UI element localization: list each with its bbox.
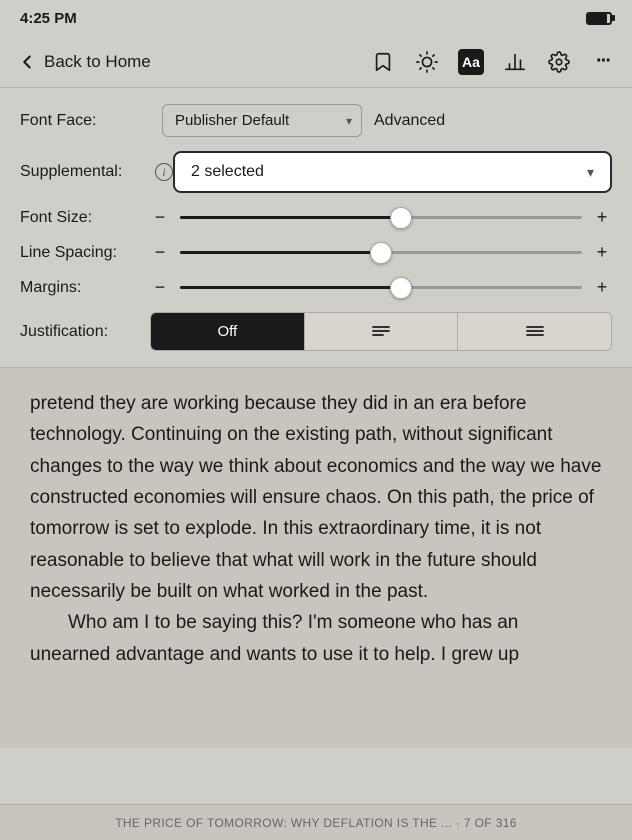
- font-face-select[interactable]: Publisher Default: [162, 104, 362, 137]
- margins-track[interactable]: [180, 286, 582, 289]
- line-spacing-label: Line Spacing:: [20, 244, 140, 262]
- supplemental-label: Supplemental:: [20, 163, 150, 181]
- chart-icon[interactable]: [502, 49, 528, 75]
- line-spacing-track[interactable]: [180, 251, 582, 254]
- status-right: [586, 12, 612, 25]
- supplemental-chevron-icon: ▾: [587, 164, 594, 181]
- supplemental-value: 2 selected: [191, 163, 264, 181]
- font-icon-label: Aa: [462, 54, 480, 70]
- font-size-thumb[interactable]: [390, 207, 412, 229]
- justify-left-icon: [372, 325, 390, 339]
- justification-full-button[interactable]: [458, 313, 611, 350]
- content-area: pretend they are working because they di…: [0, 368, 632, 748]
- font-face-label: Font Face:: [20, 112, 150, 130]
- supplemental-row: Supplemental: i 2 selected ▾: [20, 151, 612, 193]
- content-paragraph-2: Who am I to be saying this? I'm someone …: [30, 607, 602, 670]
- back-to-home-label[interactable]: Back to Home: [44, 52, 151, 72]
- supplemental-dropdown[interactable]: 2 selected ▾: [173, 151, 612, 193]
- nav-left[interactable]: Back to Home: [16, 51, 151, 73]
- settings-icon[interactable]: [546, 49, 572, 75]
- content-paragraph-1: pretend they are working because they di…: [30, 388, 602, 607]
- margins-increase-button[interactable]: +: [592, 277, 612, 298]
- footer: THE PRICE OF TOMORROW: WHY DEFLATION IS …: [0, 804, 632, 840]
- font-size-track[interactable]: [180, 216, 582, 219]
- bookmark-icon[interactable]: [370, 49, 396, 75]
- advanced-button[interactable]: Advanced: [374, 112, 445, 130]
- font-size-increase-button[interactable]: +: [592, 207, 612, 228]
- justification-options: Off: [150, 312, 612, 351]
- margins-fill: [180, 286, 401, 289]
- font-size-fill: [180, 216, 401, 219]
- supplemental-label-group: Supplemental: i: [20, 163, 173, 181]
- supplemental-info-icon[interactable]: i: [155, 163, 173, 181]
- status-time: 4:25 PM: [20, 10, 77, 27]
- justification-row: Justification: Off: [20, 312, 612, 351]
- justification-off-button[interactable]: Off: [151, 313, 305, 350]
- font-face-select-wrapper[interactable]: Publisher Default ▾: [162, 104, 362, 137]
- font-size-decrease-button[interactable]: −: [150, 207, 170, 228]
- font-size-label: Font Size:: [20, 209, 140, 227]
- font-icon[interactable]: Aa: [458, 49, 484, 75]
- line-spacing-increase-button[interactable]: +: [592, 242, 612, 263]
- justification-left-button[interactable]: [305, 313, 459, 350]
- justification-label: Justification:: [20, 323, 140, 341]
- font-size-row: Font Size: − +: [20, 207, 612, 228]
- margins-row: Margins: − +: [20, 277, 612, 298]
- line-spacing-fill: [180, 251, 381, 254]
- line-spacing-decrease-button[interactable]: −: [150, 242, 170, 263]
- margins-label: Margins:: [20, 279, 140, 297]
- nav-bar: Back to Home Aa: [0, 36, 632, 88]
- back-arrow-icon[interactable]: [16, 51, 38, 73]
- justify-full-icon: [526, 325, 544, 339]
- more-icon[interactable]: ···: [590, 49, 616, 75]
- footer-text: THE PRICE OF TOMORROW: WHY DEFLATION IS …: [115, 816, 517, 830]
- nav-right-icons: Aa ···: [370, 49, 616, 75]
- settings-panel: Font Face: Publisher Default ▾ Advanced …: [0, 88, 632, 368]
- line-spacing-row: Line Spacing: − +: [20, 242, 612, 263]
- margins-decrease-button[interactable]: −: [150, 277, 170, 298]
- font-face-row: Font Face: Publisher Default ▾ Advanced: [20, 104, 612, 137]
- brightness-icon[interactable]: [414, 49, 440, 75]
- battery-icon: [586, 12, 612, 25]
- line-spacing-thumb[interactable]: [370, 242, 392, 264]
- status-bar: 4:25 PM: [0, 0, 632, 36]
- margins-thumb[interactable]: [390, 277, 412, 299]
